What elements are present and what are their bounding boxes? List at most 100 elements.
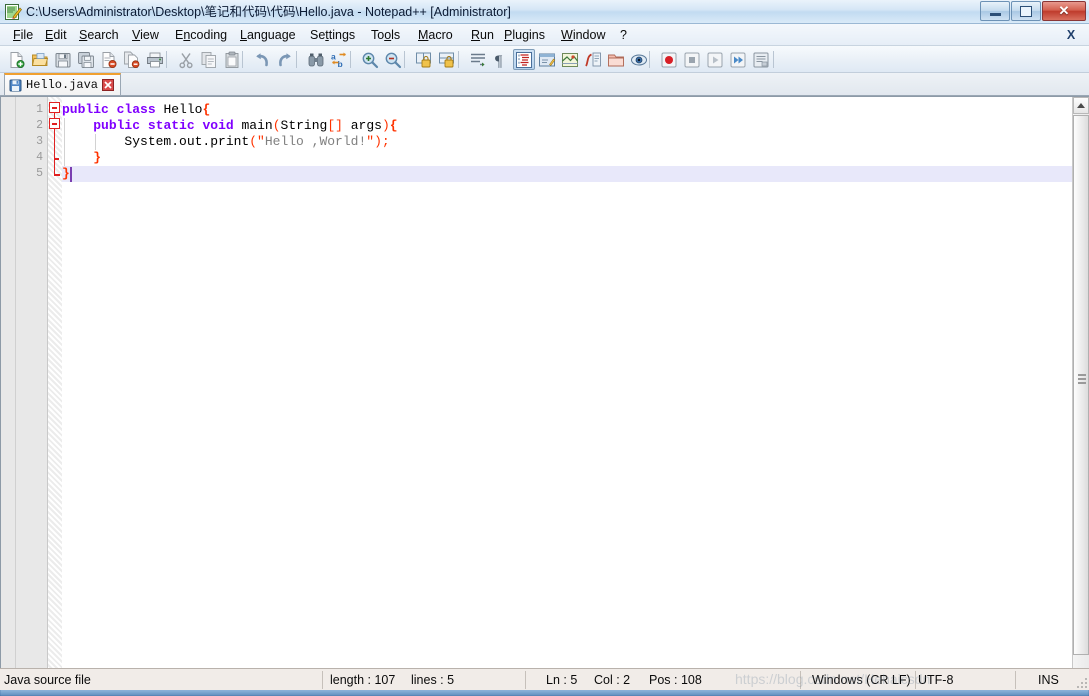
scrollbar-thumb[interactable] [1073, 115, 1089, 655]
menu-plugins[interactable]: Plugins [499, 27, 550, 44]
toolbar-separator [296, 51, 297, 68]
page-close-icon [102, 51, 117, 68]
cut-button[interactable] [175, 49, 197, 70]
toolbar-separator [350, 51, 351, 68]
copy-pages-icon [201, 51, 216, 68]
page-new-icon [10, 51, 25, 68]
status-separator [915, 671, 916, 689]
word-wrap-button[interactable] [467, 49, 489, 70]
svg-text:a: a [331, 51, 336, 61]
play-multi-icon [730, 52, 746, 67]
fold-box-line-1[interactable] [49, 102, 60, 113]
sync-vertical-scroll-button[interactable] [413, 49, 435, 70]
svg-text:b: b [338, 59, 343, 69]
bookmark-margin[interactable] [1, 97, 16, 669]
tab-label: Hello.java [26, 78, 99, 92]
macro-stop-button[interactable] [681, 49, 703, 70]
open-file-button[interactable] [29, 49, 51, 70]
menu-edit[interactable]: Edit [40, 27, 72, 44]
folder-workspace-icon [608, 54, 624, 66]
macro-play-multiple-button[interactable] [727, 49, 749, 70]
floppy-saved-icon [9, 79, 22, 91]
close-document-button[interactable]: X [1062, 27, 1080, 43]
status-col: Col : 2 [594, 673, 631, 687]
floppy-save-all-icon [78, 51, 94, 68]
code-line-1: public class Hello{ [62, 102, 211, 117]
tab-hello-java[interactable]: Hello.java [4, 73, 122, 95]
binoculars-icon [308, 53, 324, 66]
find-button[interactable] [305, 49, 327, 70]
minimize-button[interactable] [980, 1, 1010, 21]
scrollbar-grip [1078, 378, 1086, 380]
close-window-button[interactable]: ✕ [1042, 1, 1086, 21]
macro-save-button[interactable] [750, 49, 772, 70]
status-file-type: Java source file [4, 673, 91, 687]
folder-open-icon [31, 52, 49, 66]
menu-search[interactable]: Search [74, 27, 124, 44]
document-map-button[interactable] [559, 49, 581, 70]
maximize-button[interactable] [1011, 1, 1041, 21]
replace-ab-icon: a b [331, 51, 346, 69]
status-ln: Ln : 5 [546, 673, 578, 687]
notepad-plus-plus-icon [5, 4, 22, 20]
save-all-button[interactable] [75, 49, 97, 70]
menu-help[interactable]: ? [615, 27, 632, 44]
line-number: 3 [36, 135, 43, 148]
vertical-scrollbar[interactable] [1072, 97, 1089, 669]
pilcrow-icon: ¶ [495, 53, 503, 69]
scissors-icon [179, 52, 193, 68]
menu-view[interactable]: View [127, 27, 164, 44]
copy-button[interactable] [198, 49, 220, 70]
print-button[interactable] [144, 49, 166, 70]
show-all-characters-button[interactable]: ¶ [490, 49, 512, 70]
menu-file[interactable]: File [8, 27, 38, 44]
replace-button[interactable]: a b [328, 49, 350, 70]
close-icon: ✕ [1058, 3, 1070, 18]
indent-guide-icon [516, 51, 532, 68]
notepad-plus-plus-window: C:\Users\Administrator\Desktop\笔记和代码\代码\… [0, 0, 1089, 690]
menu-language[interactable]: Language [235, 27, 301, 44]
stop-square-icon [684, 52, 700, 67]
menu-macro[interactable]: Macro [413, 27, 458, 44]
menu-window[interactable]: Window [556, 27, 610, 44]
scroll-up-button[interactable] [1073, 97, 1089, 114]
redo-button[interactable] [274, 49, 296, 70]
new-file-button[interactable] [6, 49, 28, 70]
menu-tools[interactable]: Tools [366, 27, 405, 44]
fold-end-line-5 [53, 174, 60, 176]
folder-workspace-button[interactable] [605, 49, 627, 70]
paste-button[interactable] [221, 49, 243, 70]
code-text-area[interactable]: public class Hello{ public static void m… [62, 97, 1072, 669]
fold-margin-hatch [48, 97, 62, 669]
function-list-button[interactable] [582, 49, 604, 70]
sync-horizontal-scroll-button[interactable] [436, 49, 458, 70]
close-file-button[interactable] [98, 49, 120, 70]
editor-area[interactable]: 1 2 3 4 5 public class Hello{public sta… [0, 96, 1089, 669]
undo-button[interactable] [251, 49, 273, 70]
window-title: C:\Users\Administrator\Desktop\笔记和代码\代码\… [26, 5, 511, 19]
printer-icon [147, 52, 163, 67]
save-file-button[interactable] [52, 49, 74, 70]
menu-bar: File Edit Search View Encoding Language … [0, 24, 1089, 46]
scrollbar-grip [1078, 382, 1086, 384]
zoom-out-button[interactable] [382, 49, 404, 70]
fold-box-line-2[interactable] [49, 118, 60, 129]
line-number: 5 [36, 167, 43, 180]
menu-run[interactable]: Run [466, 27, 499, 44]
resize-grip[interactable] [1075, 676, 1087, 688]
scrollbar-grip [1078, 374, 1086, 376]
line-number: 2 [36, 119, 43, 132]
user-defined-language-button[interactable] [536, 49, 558, 70]
zoom-in-button[interactable] [359, 49, 381, 70]
indent-guide-button[interactable] [513, 49, 535, 70]
menu-encoding[interactable]: Encoding [170, 27, 232, 44]
close-tab-icon[interactable] [102, 79, 115, 91]
monitoring-button[interactable] [628, 49, 650, 70]
close-all-button[interactable] [121, 49, 143, 70]
menu-settings[interactable]: Settings [305, 27, 360, 44]
macro-play-button[interactable] [704, 49, 726, 70]
magnifier-minus-icon [385, 52, 402, 68]
line-number: 1 [36, 103, 43, 116]
macro-record-button[interactable] [658, 49, 680, 70]
fold-margin[interactable] [48, 97, 62, 669]
